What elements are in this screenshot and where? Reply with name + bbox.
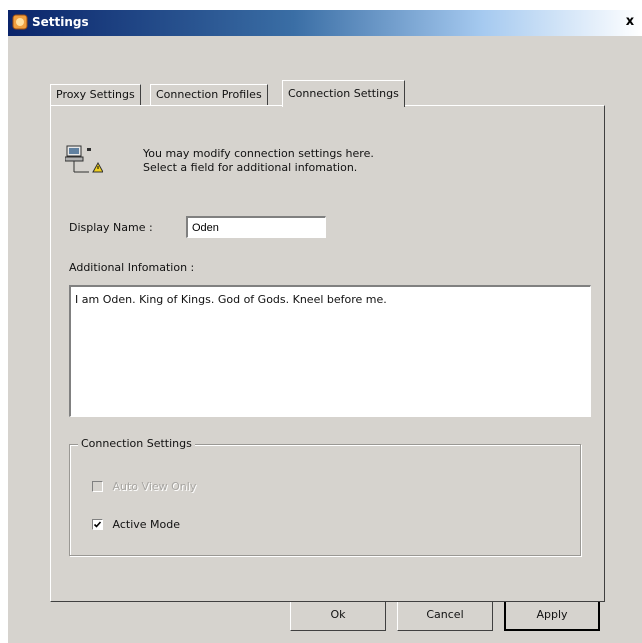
active-mode-row[interactable]: Active Mode [92,517,180,531]
title-bar[interactable]: Settings x [8,10,642,36]
description: You may modify connection settings here.… [143,147,374,175]
auto-view-only-row[interactable]: Auto View Only [92,479,196,493]
auto-view-only-checkbox[interactable] [92,480,103,492]
window-title: Settings [32,15,89,29]
connection-settings-panel: You may modify connection settings here.… [50,105,605,602]
description-line-1: You may modify connection settings here. [143,147,374,160]
ok-button[interactable]: Ok [290,599,386,631]
checkmark-icon [93,520,102,528]
app-icon [12,14,28,30]
display-name-label: Display Name : [69,221,153,234]
tab-proxy-settings[interactable]: Proxy Settings [50,84,141,105]
apply-button[interactable]: Apply [504,599,600,631]
network-computer-warning-icon [65,145,103,173]
additional-info-label: Additional Infomation : [69,261,195,274]
auto-view-only-label: Auto View Only [112,479,197,493]
cancel-button[interactable]: Cancel [397,599,493,631]
tab-connection-settings[interactable]: Connection Settings [282,80,405,107]
description-line-2: Select a field for additional infomation… [143,161,358,174]
connection-settings-group: Connection Settings Auto View Only Activ… [69,437,581,556]
display-name-field[interactable] [186,216,326,238]
close-button[interactable]: x [622,14,638,30]
settings-window: Settings x Proxy Settings Connection Pro… [8,10,642,643]
group-title: Connection Settings [78,437,195,450]
additional-info-textarea[interactable]: I am Oden. King of Kings. God of Gods. K… [69,285,591,417]
tab-connection-profiles[interactable]: Connection Profiles [150,84,268,105]
active-mode-label: Active Mode [112,517,181,531]
active-mode-checkbox[interactable] [92,518,103,530]
